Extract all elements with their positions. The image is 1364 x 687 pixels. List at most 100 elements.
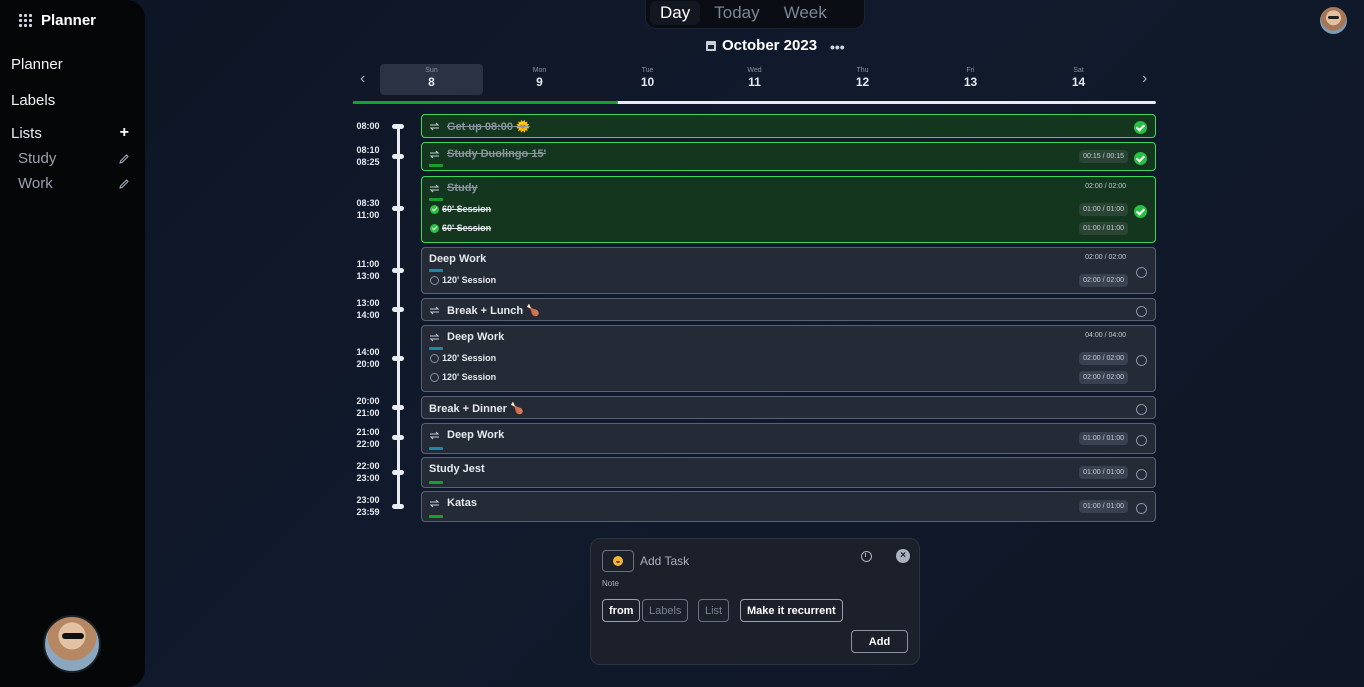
task-card[interactable]: Study Duolingo 15' 00:15 / 00:15 — [421, 142, 1156, 171]
session-check-icon[interactable] — [430, 204, 439, 214]
task-card[interactable]: Break + Lunch 🍗 — [421, 298, 1156, 321]
tab-week[interactable]: Week — [774, 1, 837, 25]
session-circle-icon[interactable] — [430, 275, 439, 285]
profile-avatar[interactable] — [1320, 7, 1347, 34]
pencil-icon[interactable] — [118, 153, 130, 165]
sidebar: Planner Planner Labels Lists + Study Wor… — [0, 0, 145, 687]
pencil-icon[interactable] — [118, 178, 130, 190]
session-row[interactable]: 60' Session — [430, 204, 491, 214]
start-time: 21:00 — [356, 427, 380, 437]
session-row[interactable]: 120' Session — [430, 275, 496, 285]
task-card[interactable]: Deep Work 02:00 / 02:00 120' Session 02:0… — [421, 247, 1156, 294]
tab-today[interactable]: Today — [704, 1, 769, 25]
timeline-dot — [392, 470, 404, 475]
brand[interactable]: Planner — [19, 12, 96, 29]
more-options-icon[interactable]: ••• — [830, 39, 845, 55]
time-range-label: 22:00 23:00 — [350, 460, 386, 484]
apps-grid-icon[interactable] — [19, 14, 32, 27]
day-thu[interactable]: Thu 12 — [811, 64, 914, 95]
complete-toggle-circle-icon[interactable] — [1136, 404, 1147, 415]
start-time: 11:00 — [356, 259, 380, 269]
complete-toggle-circle-icon[interactable] — [1136, 306, 1147, 317]
sidebar-item-planner[interactable]: Planner — [11, 56, 63, 73]
prev-week-chevron-icon[interactable]: ‹ — [360, 70, 365, 88]
day-name: Sat — [1073, 67, 1084, 74]
add-task-button[interactable]: Add — [851, 630, 908, 653]
session-row[interactable]: 60' Session — [430, 223, 491, 233]
timer-icon[interactable] — [861, 551, 872, 562]
task-card[interactable]: Get up 08:00 🌞 — [421, 114, 1156, 138]
task-card[interactable]: Deep Work 01:00 / 01:00 — [421, 423, 1156, 454]
task-title-text: Break + Dinner 🍗 — [429, 403, 524, 415]
user-avatar[interactable] — [43, 615, 101, 673]
day-name: Mon — [532, 67, 547, 74]
sidebar-list-study[interactable]: Study — [18, 150, 130, 167]
sidebar-list-work[interactable]: Work — [18, 175, 130, 192]
session-duration-badge: 02:00 / 02:00 — [1079, 352, 1128, 365]
add-task-input[interactable] — [640, 554, 830, 568]
task-card[interactable]: Deep Work 04:00 / 04:00 120' Session 02:0… — [421, 325, 1156, 392]
completed-check-icon[interactable] — [1134, 121, 1147, 134]
list-color-bar — [429, 269, 443, 272]
add-list-plus-icon[interactable]: + — [120, 124, 129, 142]
end-time: 23:59 — [356, 507, 380, 517]
task-title-text: Get up 08:00 🌞 — [447, 121, 530, 133]
day-tue[interactable]: Tue 10 — [596, 64, 699, 95]
session-label: 120' Session — [442, 353, 497, 363]
day-wed[interactable]: Wed 11 — [703, 64, 806, 95]
day-sat[interactable]: Sat 14 — [1027, 64, 1130, 95]
complete-toggle-circle-icon[interactable] — [1136, 355, 1147, 366]
task-title-text: Deep Work — [429, 253, 487, 265]
completed-check-icon[interactable] — [1134, 152, 1147, 165]
day-mon[interactable]: Mon 9 — [488, 64, 591, 95]
start-time: 20:00 — [356, 396, 380, 406]
emoji-picker-button[interactable] — [602, 550, 634, 572]
day-number: 10 — [640, 75, 655, 89]
session-label: 120' Session — [442, 275, 497, 285]
complete-toggle-circle-icon[interactable] — [1136, 469, 1147, 480]
complete-toggle-circle-icon[interactable] — [1136, 267, 1147, 278]
month-header[interactable]: October 2023 — [706, 37, 817, 54]
task-card[interactable]: Study 02:00 / 02:00 60' Session 01:00 / 0… — [421, 176, 1156, 243]
end-time: 20:00 — [356, 359, 380, 369]
list-button[interactable]: List — [698, 599, 730, 622]
task-title: Katas — [429, 497, 477, 509]
complete-toggle-circle-icon[interactable] — [1136, 435, 1147, 446]
session-row[interactable]: 120' Session — [430, 372, 496, 382]
task-title: Get up 08:00 🌞 — [429, 120, 530, 133]
day-name: Wed — [747, 67, 762, 74]
sidebar-item-labels[interactable]: Labels — [11, 92, 55, 109]
time-range-label: 08:30 11:00 — [350, 197, 386, 221]
session-label: 120' Session — [442, 372, 497, 382]
day-number: 11 — [748, 75, 761, 89]
timeline-dot — [392, 307, 404, 312]
time-range-label: 08:10 08:25 — [350, 144, 386, 168]
tab-day[interactable]: Day — [650, 1, 701, 25]
complete-toggle-circle-icon[interactable] — [1136, 503, 1147, 514]
session-check-icon[interactable] — [430, 223, 439, 233]
from-button[interactable]: from — [602, 599, 641, 622]
day-fri[interactable]: Fri 13 — [919, 64, 1022, 95]
make-recurrent-button[interactable]: Make it recurrent — [740, 599, 843, 622]
labels-button[interactable]: Labels — [642, 599, 689, 622]
day-sun[interactable]: Sun 8 — [380, 64, 483, 95]
close-icon[interactable]: × — [896, 549, 910, 563]
session-row[interactable]: 120' Session — [430, 353, 496, 363]
task-card[interactable]: Break + Dinner 🍗 — [421, 396, 1156, 419]
task-card[interactable]: Study Jest 01:00 / 01:00 — [421, 457, 1156, 488]
session-duration-badge: 02:00 / 02:00 — [1079, 274, 1128, 287]
task-title: Study Duolingo 15' — [429, 148, 546, 160]
task-title: Break + Dinner 🍗 — [429, 402, 524, 415]
completed-check-icon[interactable] — [1134, 205, 1147, 218]
calendar-icon — [706, 40, 716, 51]
task-title: Deep Work — [429, 331, 504, 343]
session-circle-icon[interactable] — [430, 353, 439, 363]
note-field[interactable]: Note — [602, 579, 619, 588]
task-title-text: Study — [447, 182, 478, 194]
start-time: 08:00 — [356, 121, 380, 131]
view-switch: Day Today Week — [646, 0, 864, 28]
next-week-chevron-icon[interactable]: › — [1142, 70, 1147, 88]
task-card[interactable]: Katas 01:00 / 01:00 — [421, 491, 1156, 522]
task-title-text: Deep Work — [447, 429, 505, 441]
session-circle-icon[interactable] — [430, 372, 439, 382]
